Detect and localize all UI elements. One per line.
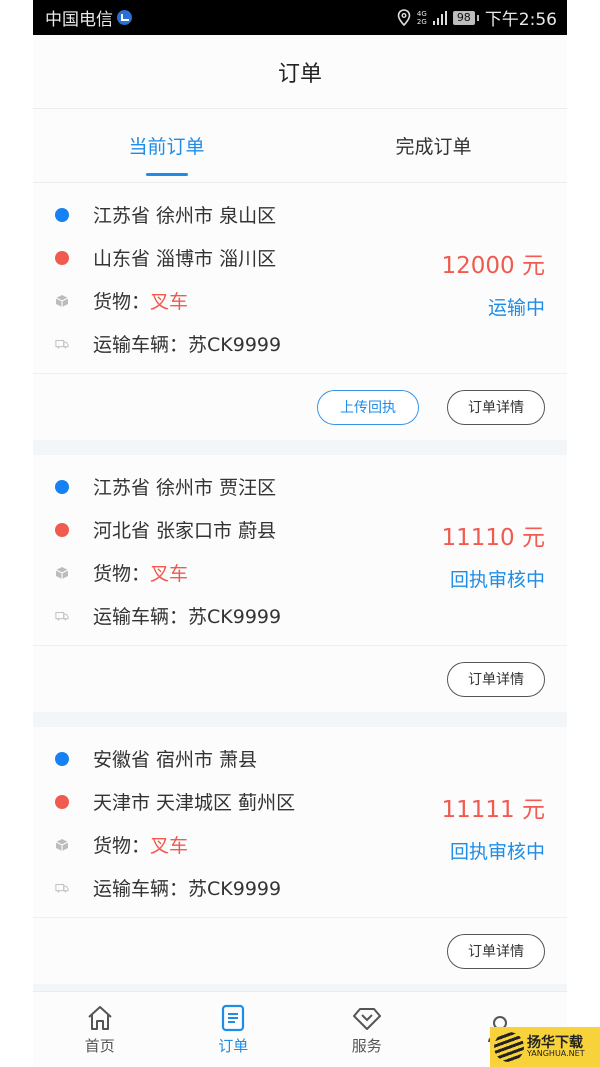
order-status: 回执审核中 [449, 841, 545, 863]
phone-screen: 中国电信 4G 2G 98 下午2:56 订单 当前订单 完成订单 江苏省 徐州… [33, 0, 567, 1067]
vehicle-plate: 苏CK9999 [188, 334, 282, 356]
watermark-cn: 扬华下载 [527, 1035, 583, 1051]
order-icon [222, 1004, 245, 1032]
origin-dot-icon [55, 479, 69, 494]
order-actions: 上传回执 订单详情 [33, 374, 567, 440]
cargo-label: 货物： [93, 563, 151, 585]
destination-address: 河北省 张家口市 蔚县 [93, 520, 277, 542]
destination-dot-icon [55, 522, 69, 537]
home-icon [88, 1006, 112, 1030]
vehicle-plate: 苏CK9999 [188, 878, 282, 900]
order-info: 江苏省 徐州市 贾汪区 河北省 张家口市 蔚县 货物： 叉车 运输车辆： 苏CK… [33, 455, 567, 646]
status-right: 4G 2G 98 下午2:56 [397, 5, 557, 30]
vehicle-plate: 苏CK9999 [188, 606, 282, 628]
bottom-tab-bar: 首页 订单 服务 [33, 991, 567, 1067]
origin-row: 江苏省 徐州市 泉山区 [55, 193, 545, 236]
status-bar: 中国电信 4G 2G 98 下午2:56 [33, 0, 567, 35]
cargo-value: 叉车 [150, 835, 189, 857]
truck-icon [55, 337, 69, 351]
order-list[interactable]: 江苏省 徐州市 泉山区 山东省 淄博市 淄川区 货物： 叉车 运输车辆： 苏CK… [33, 183, 567, 984]
order-card[interactable]: 江苏省 徐州市 泉山区 山东省 淄博市 淄川区 货物： 叉车 运输车辆： 苏CK… [33, 183, 567, 440]
cargo-label: 货物： [93, 291, 151, 313]
origin-address: 江苏省 徐州市 泉山区 [93, 205, 277, 227]
order-actions: 订单详情 [33, 918, 567, 984]
origin-row: 江苏省 徐州市 贾汪区 [55, 465, 545, 508]
nav-bar: 订单 [33, 35, 567, 109]
carrier-name: 中国电信 [45, 10, 113, 30]
vehicle-row: 运输车辆： 苏CK9999 [55, 866, 545, 909]
hd-call-icon [117, 10, 132, 25]
order-details-button[interactable]: 订单详情 [447, 661, 545, 697]
tab-completed-orders[interactable]: 完成订单 [300, 109, 567, 182]
watermark-globe-icon [494, 1032, 524, 1062]
tabbar-item-orders[interactable]: 订单 [167, 992, 301, 1067]
vehicle-label: 运输车辆： [93, 606, 189, 628]
battery-indicator: 98 [452, 10, 479, 25]
service-icon [352, 1008, 381, 1030]
destination-dot-icon [55, 250, 69, 265]
order-status: 运输中 [487, 297, 545, 319]
origin-address: 安徽省 宿州市 萧县 [93, 749, 258, 771]
vehicle-label: 运输车辆： [93, 334, 189, 356]
destination-dot-icon [55, 794, 69, 809]
order-card[interactable]: 江苏省 徐州市 贾汪区 河北省 张家口市 蔚县 货物： 叉车 运输车辆： 苏CK… [33, 455, 567, 712]
vehicle-label: 运输车辆： [93, 878, 189, 900]
watermark-en: YANGHUA.NET [527, 1049, 585, 1058]
order-info: 安徽省 宿州市 萧县 天津市 天津城区 蓟州区 货物： 叉车 运输车辆： 苏CK… [33, 727, 567, 918]
page-title: 订单 [277, 61, 322, 87]
order-price: 11111 元 [441, 797, 545, 823]
order-price: 11110 元 [441, 525, 545, 551]
destination-address: 山东省 淄博市 淄川区 [93, 248, 277, 270]
tab-current-orders[interactable]: 当前订单 [33, 109, 300, 182]
cargo-label: 货物： [93, 835, 151, 857]
cargo-value: 叉车 [150, 291, 189, 313]
carrier: 中国电信 [45, 5, 132, 30]
vehicle-row: 运输车辆： 苏CK9999 [55, 594, 545, 637]
package-icon [55, 838, 69, 852]
vehicle-row: 运输车辆： 苏CK9999 [55, 322, 545, 365]
origin-dot-icon [55, 207, 69, 222]
cargo-row: 货物： 叉车 [55, 279, 545, 322]
location-icon [397, 9, 411, 26]
order-actions: 订单详情 [33, 646, 567, 712]
order-price: 12000 元 [441, 253, 545, 279]
order-tabs: 当前订单 完成订单 [33, 109, 567, 183]
upload-receipt-button[interactable]: 上传回执 [317, 389, 419, 425]
order-status: 回执审核中 [449, 569, 545, 591]
truck-icon [55, 881, 69, 895]
origin-dot-icon [55, 751, 69, 766]
signal-icon [432, 10, 447, 25]
order-card[interactable]: 安徽省 宿州市 萧县 天津市 天津城区 蓟州区 货物： 叉车 运输车辆： 苏CK… [33, 727, 567, 984]
package-icon [55, 566, 69, 580]
cargo-value: 叉车 [150, 563, 189, 585]
order-info: 江苏省 徐州市 泉山区 山东省 淄博市 淄川区 货物： 叉车 运输车辆： 苏CK… [33, 183, 567, 374]
watermark-logo: 扬华下载 YANGHUA.NET [490, 1027, 600, 1067]
destination-address: 天津市 天津城区 蓟州区 [93, 792, 296, 814]
order-details-button[interactable]: 订单详情 [447, 933, 545, 969]
truck-icon [55, 609, 69, 623]
origin-address: 江苏省 徐州市 贾汪区 [93, 477, 277, 499]
order-details-button[interactable]: 订单详情 [447, 389, 545, 425]
tabbar-item-home[interactable]: 首页 [33, 992, 167, 1067]
network-indicator: 4G 2G [416, 9, 427, 26]
tabbar-item-service[interactable]: 服务 [300, 992, 434, 1067]
clock: 下午2:56 [484, 10, 557, 30]
package-icon [55, 294, 69, 308]
origin-row: 安徽省 宿州市 萧县 [55, 737, 545, 780]
